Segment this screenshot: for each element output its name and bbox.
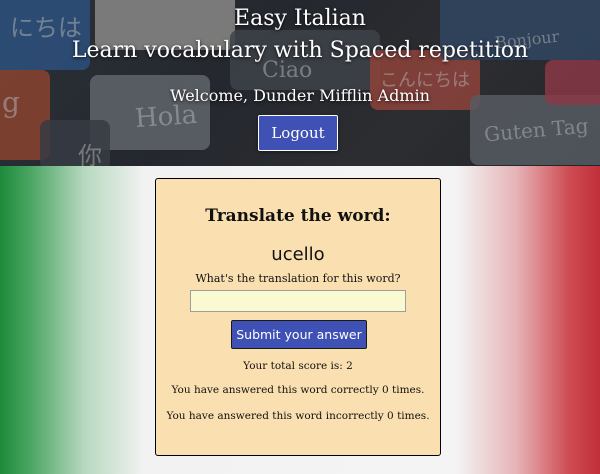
word-to-translate: ucello — [271, 244, 325, 265]
app-title: Easy Italian — [234, 6, 366, 31]
translation-prompt: What's the translation for this word? — [195, 272, 401, 285]
page: にちは Bonjour Hola Guten Tag 你 Ciao こんにちは … — [0, 0, 600, 474]
answer-input[interactable] — [190, 290, 406, 312]
welcome-message: Welcome, Dunder Mifflin Admin — [170, 86, 430, 105]
logout-button[interactable]: Logout — [258, 115, 338, 151]
hero-header: にちは Bonjour Hola Guten Tag 你 Ciao こんにちは … — [0, 0, 600, 166]
total-score: Your total score is: 2 — [243, 360, 353, 372]
submit-answer-button[interactable]: Submit your answer — [231, 320, 367, 349]
incorrect-count: You have answered this word incorrectly … — [166, 410, 430, 422]
app-subtitle: Learn vocabulary with Spaced repetition — [71, 38, 529, 63]
card-heading: Translate the word: — [205, 206, 391, 226]
quiz-card: Translate the word: ucello What's the tr… — [155, 178, 441, 456]
correct-count: You have answered this word correctly 0 … — [171, 384, 425, 396]
